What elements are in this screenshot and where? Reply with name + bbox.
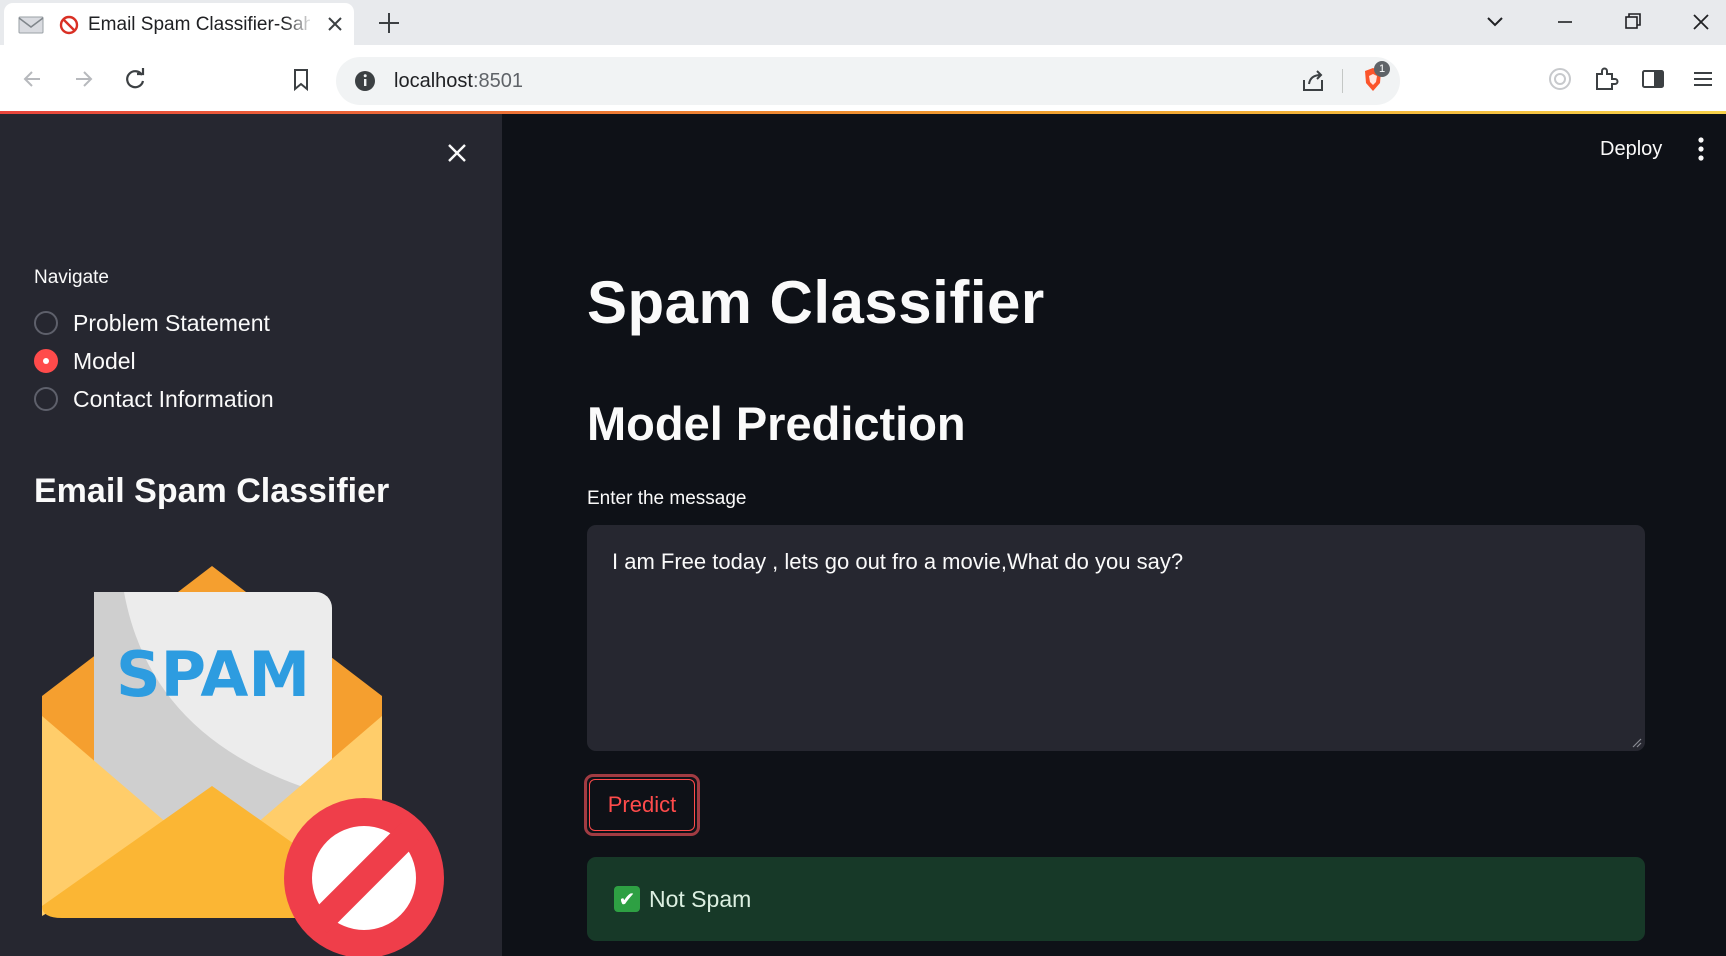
tab-title-fade — [284, 9, 314, 39]
navigate-label: Navigate — [34, 267, 109, 288]
omnibox-divider — [1342, 69, 1343, 93]
page-title: Spam Classifier — [587, 269, 1045, 336]
sidebar: Navigate Problem Statement Model Contact… — [0, 114, 502, 956]
extension-badge: 1 — [1374, 61, 1390, 77]
new-tab-icon[interactable] — [376, 10, 402, 36]
deploy-button[interactable]: Deploy — [1600, 138, 1662, 161]
radio-label: Contact Information — [73, 385, 274, 412]
bookmark-icon[interactable] — [286, 64, 316, 94]
section-title: Model Prediction — [587, 397, 966, 450]
browser-tab[interactable]: Email Spam Classifier-Sahil T — [4, 3, 354, 45]
url-text: localhost:8501 — [394, 70, 523, 93]
close-tab-icon[interactable] — [324, 13, 346, 35]
menu-icon[interactable] — [1688, 64, 1718, 94]
rewards-icon[interactable] — [1545, 64, 1575, 94]
site-info-icon[interactable] — [350, 66, 380, 96]
message-textarea[interactable]: I am Free today , lets go out fro a movi… — [587, 525, 1645, 751]
reload-icon[interactable] — [120, 64, 150, 94]
prohibited-icon — [59, 15, 79, 35]
predict-button[interactable]: Predict — [584, 774, 700, 836]
radio-button-selected[interactable] — [34, 349, 58, 373]
back-icon[interactable] — [18, 64, 48, 94]
main-content: Deploy Spam Classifier Model Prediction … — [502, 114, 1726, 956]
tab-title: Email Spam Classifier-Sahil T — [88, 14, 310, 35]
browser-tab-strip: Email Spam Classifier-Sahil T — [0, 0, 1726, 45]
browser-toolbar: localhost:8501 1 — [0, 45, 1726, 113]
radio-problem-statement[interactable]: Problem Statement — [34, 308, 270, 338]
minimize-icon[interactable] — [1550, 8, 1580, 36]
radio-model[interactable]: Model — [34, 346, 136, 376]
spam-envelope-illustration: SPAM — [42, 566, 444, 956]
check-mark-icon: ✔ — [614, 886, 640, 912]
close-window-icon[interactable] — [1686, 8, 1716, 36]
radio-button[interactable] — [34, 311, 58, 335]
radio-button[interactable] — [34, 387, 58, 411]
close-sidebar-icon[interactable] — [444, 140, 470, 166]
radio-contact-information[interactable]: Contact Information — [34, 384, 274, 414]
address-bar[interactable]: localhost:8501 1 — [336, 57, 1400, 105]
resize-handle-icon[interactable] — [1630, 736, 1642, 748]
sidebar-title: Email Spam Classifier — [34, 472, 390, 510]
radio-label: Model — [73, 347, 136, 374]
spam-word: SPAM — [116, 638, 310, 711]
restore-icon[interactable] — [1618, 8, 1648, 36]
url-port: :8501 — [472, 70, 523, 92]
prediction-result-alert: ✔ Not Spam — [587, 857, 1645, 941]
envelope-icon — [18, 16, 44, 34]
extensions-icon[interactable] — [1591, 64, 1621, 94]
more-options-icon[interactable] — [1696, 136, 1706, 162]
url-host: localhost — [394, 70, 473, 92]
share-icon[interactable] — [1298, 66, 1328, 96]
predict-button-focus-ring — [589, 779, 695, 831]
radio-label: Problem Statement — [73, 309, 270, 336]
sidebar-toggle-icon[interactable] — [1638, 64, 1668, 94]
prediction-result-text: Not Spam — [649, 885, 752, 912]
tab-search-chevron-icon[interactable] — [1480, 8, 1510, 36]
message-input-label: Enter the message — [587, 488, 747, 509]
forward-icon[interactable] — [68, 64, 98, 94]
